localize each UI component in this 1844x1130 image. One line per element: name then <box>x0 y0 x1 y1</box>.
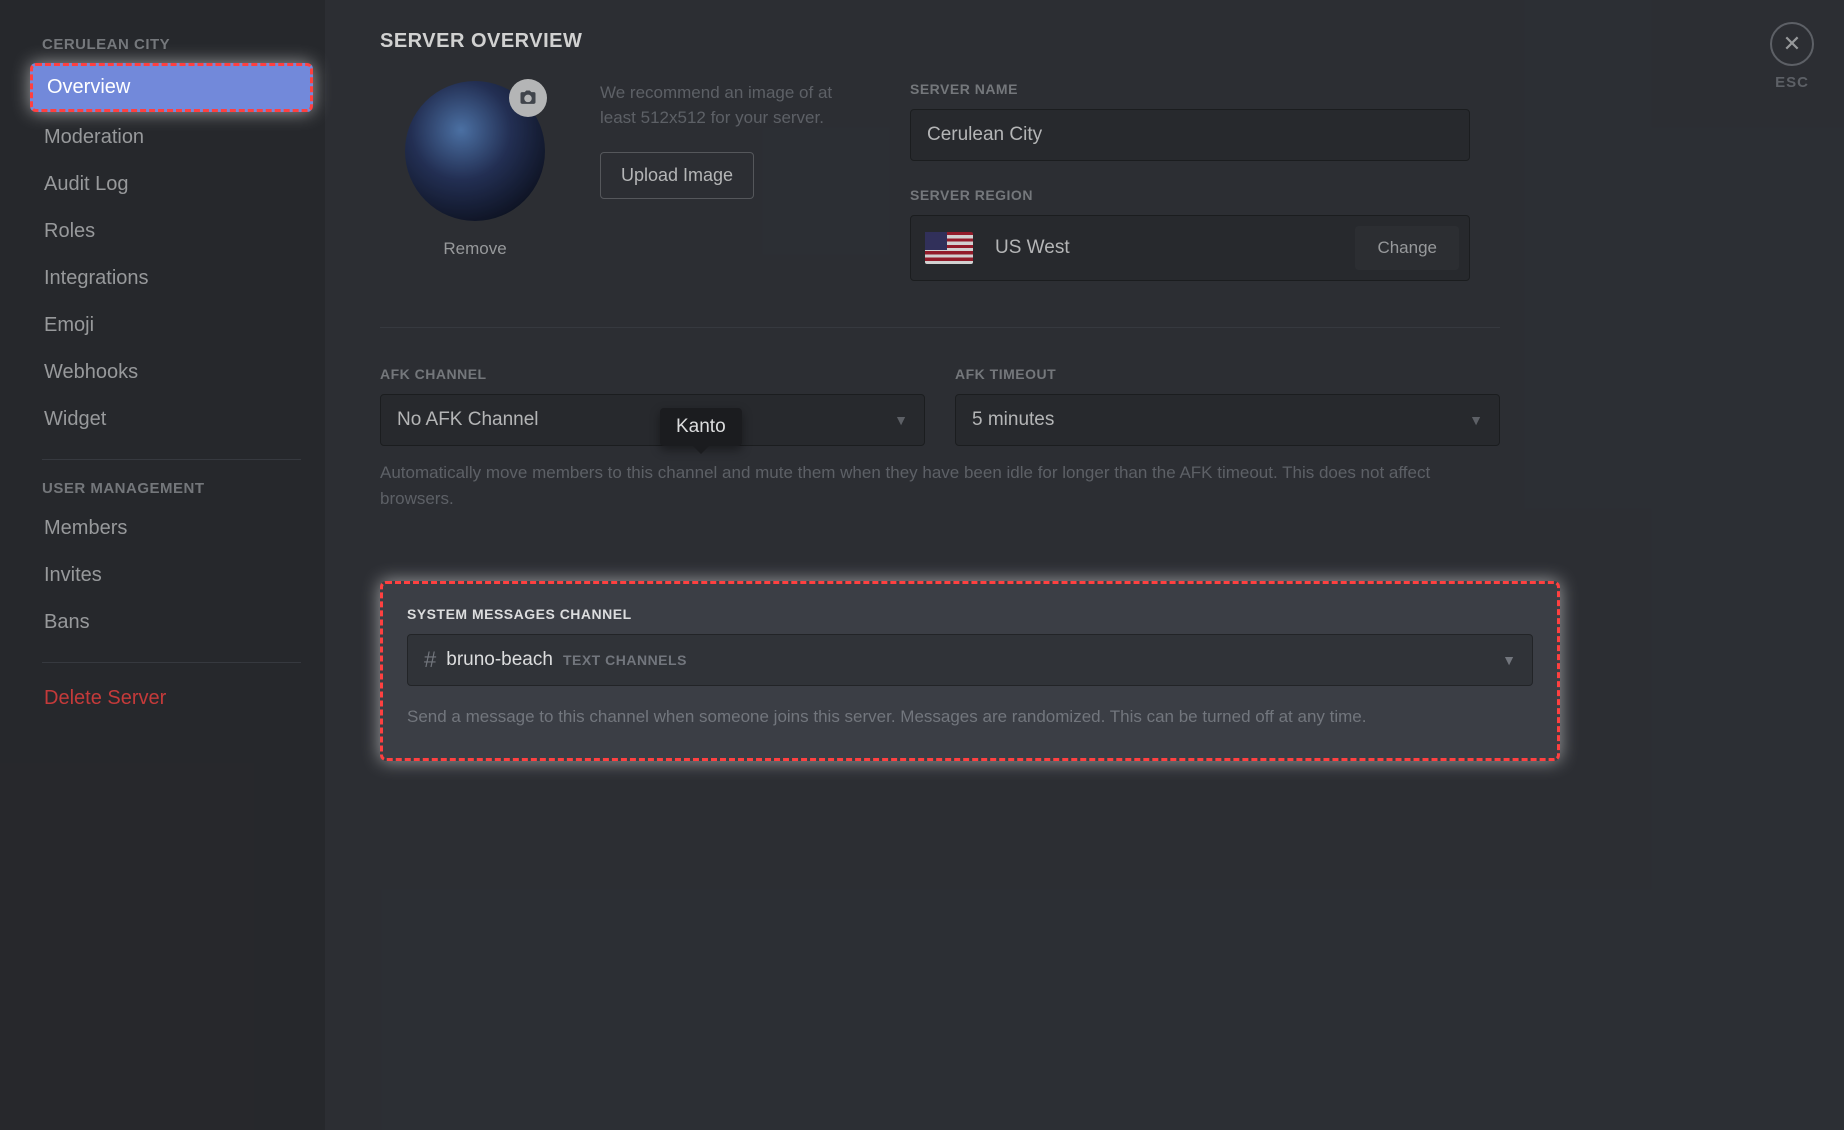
settings-sidebar: Cerulean City Overview Moderation Audit … <box>0 0 325 1130</box>
afk-description: Automatically move members to this chann… <box>380 460 1500 511</box>
chevron-down-icon: ▼ <box>894 412 908 428</box>
sidebar-item-integrations[interactable]: Integrations <box>30 257 313 300</box>
server-name-input[interactable] <box>910 109 1470 161</box>
sidebar-item-delete-server[interactable]: Delete Server <box>30 677 313 720</box>
hash-icon: # <box>424 647 436 673</box>
region-value: US West <box>995 237 1355 259</box>
settings-content: ✕ ESC SERVER OVERVIEW Remove We recommen… <box>325 0 1844 1130</box>
afk-channel-label: AFK Channel <box>380 366 925 382</box>
upload-image-button[interactable]: Upload Image <box>600 152 754 199</box>
afk-channel-value: No AFK Channel <box>397 409 539 431</box>
system-channel-category: Text Channels <box>563 652 687 668</box>
system-messages-description: Send a message to this channel when some… <box>407 704 1527 730</box>
change-region-button[interactable]: Change <box>1355 226 1459 270</box>
upload-badge-icon[interactable] <box>509 79 547 117</box>
server-region-box: US West Change <box>910 215 1470 281</box>
sidebar-server-header: Cerulean City <box>30 30 313 63</box>
sidebar-divider-2 <box>42 662 301 663</box>
server-avatar[interactable] <box>405 81 545 221</box>
close-button[interactable]: ✕ <box>1770 22 1814 66</box>
sidebar-item-overview[interactable]: Overview <box>30 63 313 112</box>
afk-timeout-label: AFK Timeout <box>955 366 1500 382</box>
sidebar-item-members[interactable]: Members <box>30 507 313 550</box>
system-messages-select[interactable]: # bruno-beach Text Channels ▼ <box>407 634 1533 686</box>
sidebar-item-webhooks[interactable]: Webhooks <box>30 351 313 394</box>
page-title: SERVER OVERVIEW <box>380 30 1784 53</box>
sidebar-item-roles[interactable]: Roles <box>30 210 313 253</box>
afk-timeout-value: 5 minutes <box>972 409 1054 431</box>
server-name-label: Server Name <box>910 81 1470 97</box>
remove-avatar-link[interactable]: Remove <box>380 239 570 259</box>
section-divider <box>380 327 1500 328</box>
afk-timeout-select[interactable]: 5 minutes ▼ <box>955 394 1500 446</box>
server-region-label: Server Region <box>910 187 1470 203</box>
close-icon: ✕ <box>1783 33 1801 55</box>
sidebar-item-bans[interactable]: Bans <box>30 601 313 644</box>
sidebar-user-mgmt-header: User Management <box>30 474 313 507</box>
tooltip-kanto: Kanto <box>660 408 742 446</box>
afk-channel-select[interactable]: No AFK Channel ▼ <box>380 394 925 446</box>
system-messages-block: System Messages Channel # bruno-beach Te… <box>380 581 1560 761</box>
us-flag-icon <box>925 232 973 264</box>
system-messages-label: System Messages Channel <box>407 606 1533 622</box>
sidebar-item-widget[interactable]: Widget <box>30 398 313 441</box>
sidebar-item-invites[interactable]: Invites <box>30 554 313 597</box>
image-recommend-text: We recommend an image of at least 512x51… <box>600 81 840 130</box>
esc-label: ESC <box>1770 74 1814 91</box>
sidebar-item-audit-log[interactable]: Audit Log <box>30 163 313 206</box>
chevron-down-icon: ▼ <box>1469 412 1483 428</box>
sidebar-item-moderation[interactable]: Moderation <box>30 116 313 159</box>
sidebar-divider <box>42 459 301 460</box>
chevron-down-icon: ▼ <box>1502 652 1516 668</box>
sidebar-item-emoji[interactable]: Emoji <box>30 304 313 347</box>
system-channel-name: bruno-beach <box>446 649 553 671</box>
